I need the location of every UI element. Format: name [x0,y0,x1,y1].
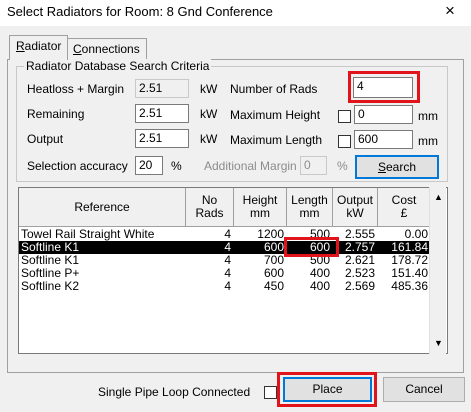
tab-radiator-label: adiator [24,39,62,53]
output-field[interactable]: 2.51 [135,129,189,148]
cell-cost: 485.36 [391,280,428,293]
cell-output: 2.555 [344,228,375,241]
close-icon[interactable]: × [439,1,461,21]
max-length-label: Maximum Length [230,133,323,147]
cell-height: 450 [263,280,284,293]
cell-output: 2.569 [344,280,375,293]
cancel-button[interactable]: Cancel [383,377,465,402]
results-rows: Towel Rail Straight White 4 1200 500 2.555 0.… [19,228,431,353]
results-grid[interactable]: Reference No Rads Height mm Length mm Ou… [18,187,448,354]
num-rads-highlight [348,71,420,103]
max-height-field[interactable]: 0 [354,105,413,124]
cell-cost: 161.84 [391,241,428,254]
cell-height: 600 [263,241,284,254]
col-header-rads[interactable]: No Rads [186,188,234,227]
search-button[interactable]: Search [355,155,439,179]
cell-cost: 178.72 [391,254,428,267]
additional-margin-unit: % [337,159,348,173]
accuracy-label: Selection accuracy [27,159,128,173]
cell-cost: 151.40 [391,267,428,280]
scroll-up-icon[interactable]: ▲ [430,189,447,206]
tab-connections-label: onnections [81,42,140,56]
col-header-cost-line2: £ [400,206,408,220]
accuracy-unit: % [171,159,182,173]
search-mnemonic: S [377,160,386,174]
cell-ref: Softline K2 [21,280,80,293]
remaining-field[interactable]: 2.51 [135,104,189,123]
cell-rads: 4 [224,267,231,280]
title-bar: Select Radiators for Room: 8 Gnd Confere… [0,0,471,26]
place-highlight [277,372,377,407]
cell-rads: 4 [224,254,231,267]
max-height-unit: mm [418,109,438,123]
col-header-length[interactable]: Length mm [287,188,333,227]
cell-ref: Softline K1 [21,241,80,254]
results-scrollbar[interactable]: ▲ ▼ [429,187,446,354]
cell-ref: Softline P+ [21,267,80,280]
num-rads-label: Number of Rads [230,82,318,96]
cell-output: 2.523 [344,267,375,280]
additional-margin-label: Additional Margin [204,159,297,173]
table-row[interactable]: Softline K1 4 600 600 2.757 161.84 [19,241,431,254]
output-label: Output [27,132,64,146]
single-pipe-label: Single Pipe Loop Connected [98,385,251,399]
col-header-output[interactable]: Output kW [333,188,378,227]
col-header-length-line2: mm [299,206,320,220]
col-header-height[interactable]: Height mm [234,188,287,227]
cell-output: 2.621 [344,254,375,267]
cell-height: 700 [263,254,284,267]
heatloss-label: Heatloss + Margin [27,82,125,96]
remaining-label: Remaining [27,107,85,121]
remaining-unit: kW [200,107,218,121]
search-criteria-legend: Radiator Database Search Criteria [24,59,212,73]
single-pipe-checkbox[interactable] [264,386,277,399]
col-header-rads-line2: Rads [195,206,224,220]
col-header-height-line2: mm [250,206,270,220]
cell-height: 600 [263,267,284,280]
cell-rads: 4 [224,241,231,254]
accuracy-field[interactable]: 20 [135,156,163,175]
table-row[interactable]: Softline K1 4 700 500 2.621 178.72 [19,254,431,267]
cell-rads: 4 [224,280,231,293]
max-height-checkbox[interactable] [338,110,351,123]
cell-cost: 0.00 [404,228,428,241]
length-cell-highlight [284,237,339,257]
search-label: earch [385,160,417,174]
col-header-output-line2: kW [346,206,364,220]
tab-radiator-mnemonic: R [16,39,25,53]
table-row[interactable]: Towel Rail Straight White 4 1200 500 2.555 0.… [19,228,431,241]
heatloss-field: 2.51 [135,79,189,98]
max-length-unit: mm [418,134,438,148]
table-row[interactable]: Softline P+ 4 600 400 2.523 151.40 [19,267,431,280]
cell-length: 400 [309,280,330,293]
cell-rads: 4 [224,228,231,241]
cell-output: 2.757 [344,241,375,254]
tab-connections[interactable]: Connections [66,38,147,60]
scroll-down-icon[interactable]: ▼ [430,335,447,352]
tab-connections-mnemonic: C [73,42,82,56]
window-title: Select Radiators for Room: 8 Gnd Confere… [7,4,273,19]
table-row[interactable]: Softline K2 4 450 400 2.569 485.36 [19,280,431,293]
max-length-field[interactable]: 600 [354,130,413,149]
max-length-checkbox[interactable] [338,135,351,148]
col-header-reference-text: Reference [74,199,130,214]
heatloss-unit: kW [200,82,218,96]
cell-ref: Softline K1 [21,254,80,267]
output-unit: kW [200,132,218,146]
col-header-reference[interactable]: Reference [19,188,186,227]
tab-radiator[interactable]: Radiator [9,35,69,60]
col-header-cost[interactable]: Cost £ [378,188,431,227]
cell-height: 1200 [257,228,284,241]
max-height-label: Maximum Height [230,108,321,122]
cell-length: 400 [309,267,330,280]
cell-ref: Towel Rail Straight White [21,228,155,241]
additional-margin-field: 0 [300,156,327,175]
